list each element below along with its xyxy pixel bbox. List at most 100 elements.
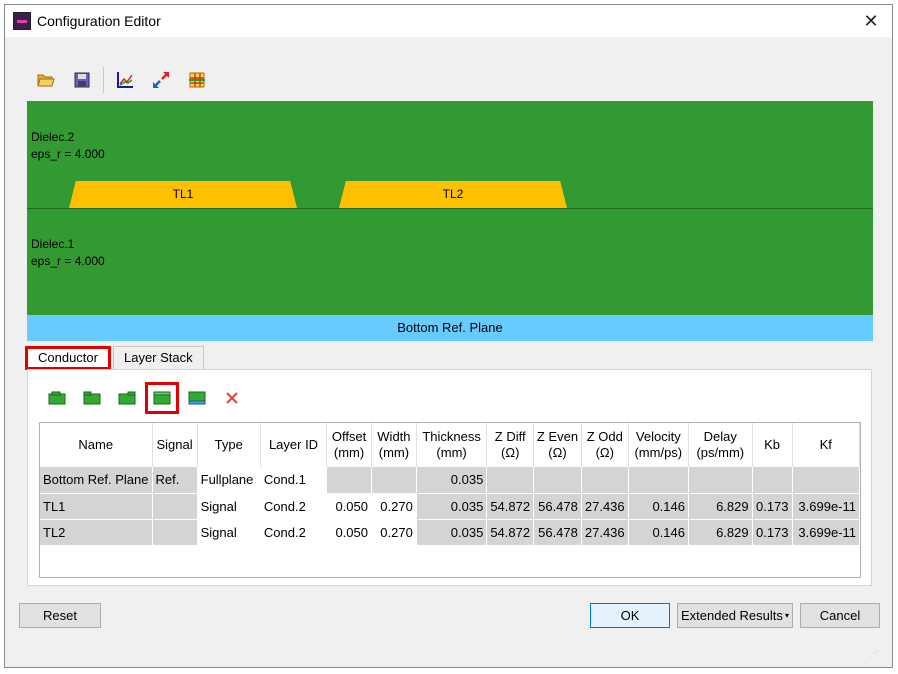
table-cell[interactable]: 0.173 bbox=[752, 493, 793, 520]
column-header[interactable]: Name bbox=[40, 423, 153, 467]
resize-arrows-icon[interactable] bbox=[148, 67, 174, 93]
close-button[interactable]: ✕ bbox=[860, 10, 882, 32]
table-cell[interactable]: 6.829 bbox=[688, 519, 753, 546]
main-toolbar bbox=[33, 65, 220, 95]
column-header-line: Delay bbox=[703, 429, 737, 444]
table-cell[interactable] bbox=[152, 519, 198, 546]
bottom-ref-plane[interactable]: Bottom Ref. Plane bbox=[27, 315, 873, 341]
delete-icon[interactable] bbox=[219, 385, 245, 411]
column-header[interactable]: Delay (ps/mm) bbox=[688, 423, 753, 467]
add-plane-icon[interactable] bbox=[184, 385, 210, 411]
add-conductor-icon[interactable] bbox=[79, 385, 105, 411]
dielec1-eps: eps_r = 4.000 bbox=[31, 254, 105, 268]
column-header[interactable]: Width (mm) bbox=[371, 423, 417, 467]
table-cell[interactable]: Ref. bbox=[152, 467, 198, 494]
trace-tl1[interactable]: TL1 bbox=[69, 181, 297, 208]
table-cell[interactable]: 0.035 bbox=[416, 519, 488, 546]
table-cell[interactable]: 0.270 bbox=[371, 519, 417, 546]
table-cell[interactable]: 0.173 bbox=[752, 519, 793, 546]
column-header[interactable]: Thickness (mm) bbox=[416, 423, 488, 467]
trace-tl2[interactable]: TL2 bbox=[339, 181, 567, 208]
table-cell[interactable] bbox=[792, 467, 860, 494]
table-cell[interactable]: Fullplane bbox=[197, 467, 261, 494]
table-cell[interactable]: 0.050 bbox=[326, 519, 372, 546]
chart-axes-icon[interactable] bbox=[112, 67, 138, 93]
column-header[interactable]: Type bbox=[197, 423, 261, 467]
tab-conductor[interactable]: Conductor bbox=[25, 346, 111, 370]
column-header[interactable]: Z Odd (Ω) bbox=[581, 423, 629, 467]
editor-tabs: Conductor Layer Stack bbox=[25, 346, 206, 370]
column-header-line: (Ω) bbox=[501, 445, 520, 460]
table-row[interactable]: TL1 Signal Cond.2 0.050 0.270 0.035 54.872 56.4… bbox=[40, 493, 860, 520]
column-header-line: (mm) bbox=[436, 445, 467, 460]
table-cell[interactable]: 0.035 bbox=[416, 467, 488, 494]
ok-button[interactable]: OK bbox=[590, 603, 670, 628]
table-cell[interactable]: 3.699e-11 bbox=[792, 493, 860, 520]
add-conductor-bottom-icon[interactable] bbox=[114, 385, 140, 411]
dielectric-layer-1[interactable]: Dielec.1 eps_r = 4.000 bbox=[27, 208, 873, 315]
conductor-toolbar bbox=[44, 382, 254, 414]
add-fullplane-icon[interactable] bbox=[145, 382, 179, 414]
cancel-button[interactable]: Cancel bbox=[800, 603, 880, 628]
table-cell[interactable]: 56.478 bbox=[533, 493, 582, 520]
table-cell[interactable] bbox=[581, 467, 629, 494]
column-header[interactable]: Signal bbox=[152, 423, 198, 467]
resize-grip-icon[interactable]: ⋰ bbox=[870, 649, 878, 658]
table-cell[interactable] bbox=[533, 467, 582, 494]
table-cell[interactable]: 56.478 bbox=[533, 519, 582, 546]
add-conductor-top-icon[interactable] bbox=[44, 385, 70, 411]
table-cell[interactable] bbox=[371, 467, 417, 494]
column-header-line: Kf bbox=[819, 437, 832, 452]
save-icon[interactable] bbox=[69, 67, 95, 93]
table-cell[interactable]: TL1 bbox=[40, 493, 153, 520]
column-header-line: (Ω) bbox=[595, 445, 614, 460]
column-header-line: Name bbox=[78, 437, 114, 452]
table-cell[interactable] bbox=[326, 467, 372, 494]
table-cell[interactable] bbox=[752, 467, 793, 494]
table-cell[interactable] bbox=[628, 467, 689, 494]
column-header-line: Signal bbox=[156, 437, 193, 452]
table-cell[interactable]: 0.146 bbox=[628, 493, 689, 520]
table-row[interactable]: TL2 Signal Cond.2 0.050 0.270 0.035 54.872 56.4… bbox=[40, 519, 860, 546]
table-cell[interactable]: Cond.2 bbox=[260, 519, 328, 546]
table-cell[interactable]: Cond.2 bbox=[260, 493, 328, 520]
tab-layer-stack[interactable]: Layer Stack bbox=[112, 346, 204, 370]
table-cell[interactable] bbox=[152, 493, 198, 520]
title-bar: Configuration Editor ✕ bbox=[5, 5, 892, 37]
table-cell[interactable]: 27.436 bbox=[581, 493, 629, 520]
table-cell[interactable]: 0.146 bbox=[628, 519, 689, 546]
column-header[interactable]: Layer ID bbox=[260, 423, 328, 467]
column-header-line: Velocity bbox=[635, 429, 681, 444]
table-cell[interactable] bbox=[688, 467, 753, 494]
table-cell[interactable]: Bottom Ref. Plane bbox=[40, 467, 153, 494]
table-cell[interactable]: TL2 bbox=[40, 519, 153, 546]
table-cell[interactable]: 3.699e-11 bbox=[792, 519, 860, 546]
reset-button[interactable]: Reset bbox=[19, 603, 101, 628]
table-row[interactable]: Bottom Ref. Plane Ref. Fullplane Cond.1 0.03… bbox=[40, 467, 860, 494]
table-cell[interactable]: 0.050 bbox=[326, 493, 372, 520]
column-header-line: Thickness bbox=[422, 429, 481, 444]
extended-results-button[interactable]: Extended Results ▾ bbox=[677, 603, 793, 628]
column-header[interactable]: Z Even (Ω) bbox=[533, 423, 582, 467]
grid-table-icon[interactable] bbox=[184, 67, 210, 93]
table-cell[interactable]: 0.035 bbox=[416, 493, 488, 520]
table-cell[interactable]: 0.270 bbox=[371, 493, 417, 520]
toolbar-separator bbox=[103, 67, 104, 93]
table-cell[interactable]: 54.872 bbox=[486, 493, 535, 520]
column-header-line: (mm) bbox=[378, 445, 410, 460]
table-cell[interactable]: Signal bbox=[197, 519, 261, 546]
open-folder-icon[interactable] bbox=[33, 67, 59, 93]
table-cell[interactable]: 54.872 bbox=[486, 519, 535, 546]
column-header-line: (ps/mm) bbox=[696, 445, 745, 460]
column-header[interactable]: Velocity (mm/ps) bbox=[628, 423, 689, 467]
column-header[interactable]: Offset (mm) bbox=[326, 423, 372, 467]
table-cell[interactable] bbox=[486, 467, 535, 494]
table-cell[interactable]: 6.829 bbox=[688, 493, 753, 520]
column-header[interactable]: Kb bbox=[752, 423, 793, 467]
column-header[interactable]: Kf bbox=[792, 423, 860, 467]
table-cell[interactable]: Cond.1 bbox=[260, 467, 328, 494]
dielectric-layer-2[interactable]: Dielec.2 eps_r = 4.000 TL1 TL2 bbox=[27, 101, 873, 208]
table-cell[interactable]: 27.436 bbox=[581, 519, 629, 546]
table-cell[interactable]: Signal bbox=[197, 493, 261, 520]
column-header[interactable]: Z Diff (Ω) bbox=[486, 423, 535, 467]
